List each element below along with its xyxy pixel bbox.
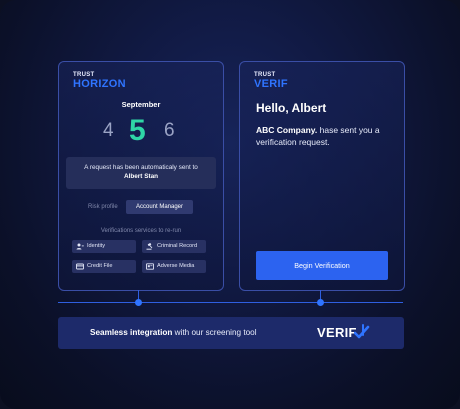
connector-line xyxy=(58,302,403,303)
integration-banner: Seamless integration with our screening … xyxy=(58,317,404,349)
day-prev[interactable]: 4 xyxy=(103,120,114,142)
services-label: Verifications services to re-run xyxy=(100,228,182,234)
service-adverse-media-button[interactable]: Adverse Media xyxy=(142,260,206,273)
id-user-icon xyxy=(76,243,84,250)
calendar-month: September xyxy=(121,100,161,109)
verif-brand-name: VERIF xyxy=(254,78,288,90)
begin-verification-button[interactable]: Begin Verification xyxy=(256,251,388,280)
verif-logo: VERIF xyxy=(317,325,357,340)
connector-right-dot xyxy=(317,299,324,306)
verif-card: TRUST VERIF Hello, Albert ABC Company. h… xyxy=(239,61,405,291)
request-message: ABC Company. hase sent you a verificatio… xyxy=(256,124,396,148)
credit-card-icon xyxy=(76,263,84,270)
media-icon xyxy=(146,263,154,270)
integration-illustration: TRUST HORIZON September 4 5 6 A request … xyxy=(0,0,460,409)
banner-text-rest: with our screening tool xyxy=(172,328,257,337)
service-criminal-record-button[interactable]: Criminal Record xyxy=(142,240,206,253)
risk-profile-select[interactable]: Account Manager xyxy=(126,200,193,214)
service-label: Adverse Media xyxy=(157,263,195,269)
service-label: Criminal Record xyxy=(157,243,198,249)
horizon-card: TRUST HORIZON September 4 5 6 A request … xyxy=(58,61,224,291)
check-arrow-icon xyxy=(354,324,370,339)
day-next[interactable]: 6 xyxy=(164,120,175,142)
greeting: Hello, Albert xyxy=(256,101,327,115)
service-identity-button[interactable]: Identity xyxy=(72,240,136,253)
service-label: Identity xyxy=(87,243,106,249)
banner-text-bold: Seamless integration xyxy=(90,328,173,337)
notice-recipient: Albert Stan xyxy=(123,173,159,180)
request-notice: A request has been automaticaly sent to … xyxy=(66,157,216,189)
company-name: ABC Company. xyxy=(256,125,318,135)
notice-text: A request has been automaticaly sent to xyxy=(84,164,198,171)
calendar-days: 4 5 6 xyxy=(59,114,223,148)
service-label: Credit File xyxy=(87,263,113,269)
risk-profile-label: Risk profile xyxy=(88,204,118,210)
banner-text: Seamless integration with our screening … xyxy=(90,328,257,337)
connector-left-dot xyxy=(135,299,142,306)
day-current[interactable]: 5 xyxy=(129,114,146,148)
service-credit-file-button[interactable]: Credit File xyxy=(72,260,136,273)
gavel-icon xyxy=(146,243,153,250)
horizon-brand-name: HORIZON xyxy=(73,78,126,90)
